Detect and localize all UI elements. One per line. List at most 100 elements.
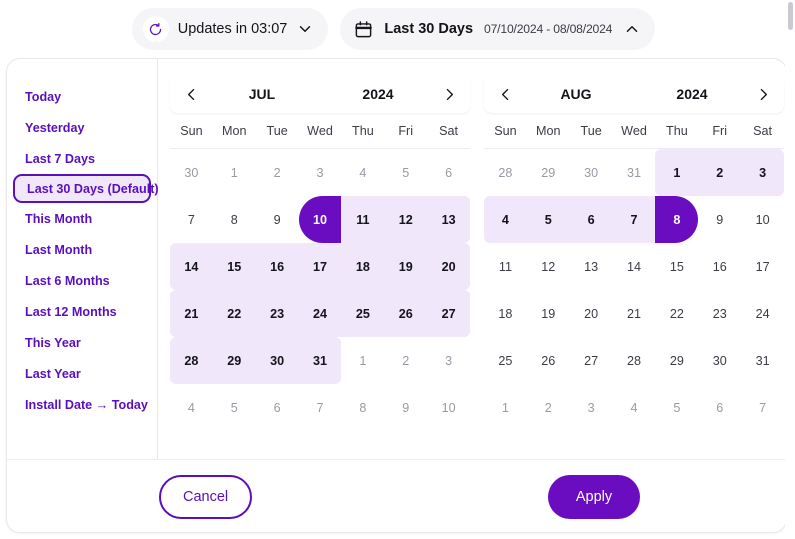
day-cell[interactable]: 21 — [170, 290, 213, 337]
day-cell[interactable]: 11 — [341, 196, 384, 243]
day-cell[interactable]: 10 — [299, 196, 342, 243]
day-cell[interactable]: 14 — [170, 243, 213, 290]
day-cell[interactable]: 21 — [613, 290, 656, 337]
day-cell[interactable]: 4 — [170, 384, 213, 431]
day-cell[interactable]: 3 — [741, 149, 784, 196]
apply-button[interactable]: Apply — [548, 475, 640, 519]
day-cell[interactable]: 6 — [570, 196, 613, 243]
page-scrollbar-thumb[interactable] — [788, 2, 793, 30]
day-cell[interactable]: 7 — [170, 196, 213, 243]
day-cell[interactable]: 9 — [256, 196, 299, 243]
day-cell[interactable]: 3 — [299, 149, 342, 196]
day-cell[interactable]: 2 — [698, 149, 741, 196]
day-cell[interactable]: 22 — [655, 290, 698, 337]
day-cell[interactable]: 18 — [341, 243, 384, 290]
day-cell[interactable]: 20 — [427, 243, 470, 290]
preset-item-last-30-days-default[interactable]: Last 30 Days (Default) — [13, 174, 151, 203]
day-cell[interactable]: 8 — [655, 196, 698, 243]
day-cell[interactable]: 4 — [613, 384, 656, 431]
day-cell[interactable]: 31 — [741, 337, 784, 384]
day-cell[interactable]: 1 — [655, 149, 698, 196]
day-cell[interactable]: 1 — [341, 337, 384, 384]
day-cell[interactable]: 18 — [484, 290, 527, 337]
preset-item-this-month[interactable]: This Month — [7, 203, 157, 234]
day-cell[interactable]: 12 — [384, 196, 427, 243]
day-cell[interactable]: 6 — [427, 149, 470, 196]
day-cell[interactable]: 17 — [299, 243, 342, 290]
day-cell[interactable]: 2 — [527, 384, 570, 431]
day-cell[interactable]: 29 — [527, 149, 570, 196]
day-cell[interactable]: 28 — [170, 337, 213, 384]
day-cell[interactable]: 2 — [256, 149, 299, 196]
day-cell[interactable]: 28 — [613, 337, 656, 384]
calendar-year-label[interactable]: 2024 — [320, 86, 436, 102]
day-cell[interactable]: 19 — [384, 243, 427, 290]
day-cell[interactable]: 31 — [299, 337, 342, 384]
day-cell[interactable]: 10 — [427, 384, 470, 431]
day-cell[interactable]: 29 — [213, 337, 256, 384]
day-cell[interactable]: 3 — [570, 384, 613, 431]
day-cell[interactable]: 25 — [341, 290, 384, 337]
day-cell[interactable]: 23 — [256, 290, 299, 337]
chevron-left-icon[interactable] — [492, 81, 518, 107]
day-cell[interactable]: 11 — [484, 243, 527, 290]
chevron-up-icon[interactable] — [623, 20, 641, 38]
date-range-pill[interactable]: Last 30 Days 07/10/2024 - 08/08/2024 — [340, 8, 655, 50]
day-cell[interactable]: 30 — [256, 337, 299, 384]
chevron-down-icon[interactable] — [296, 20, 314, 38]
day-cell[interactable]: 15 — [213, 243, 256, 290]
calendar-month-label[interactable]: AUG — [518, 86, 634, 102]
preset-item-last-month[interactable]: Last Month — [7, 234, 157, 265]
day-cell[interactable]: 7 — [299, 384, 342, 431]
day-cell[interactable]: 1 — [484, 384, 527, 431]
day-cell[interactable]: 15 — [655, 243, 698, 290]
day-cell[interactable]: 12 — [527, 243, 570, 290]
day-cell[interactable]: 1 — [213, 149, 256, 196]
day-cell[interactable]: 6 — [698, 384, 741, 431]
day-cell[interactable]: 16 — [698, 243, 741, 290]
day-cell[interactable]: 13 — [427, 196, 470, 243]
day-cell[interactable]: 20 — [570, 290, 613, 337]
day-cell[interactable]: 5 — [384, 149, 427, 196]
chevron-left-icon[interactable] — [178, 81, 204, 107]
day-cell[interactable]: 6 — [256, 384, 299, 431]
day-cell[interactable]: 10 — [741, 196, 784, 243]
day-cell[interactable]: 2 — [384, 337, 427, 384]
day-cell[interactable]: 28 — [484, 149, 527, 196]
day-cell[interactable]: 22 — [213, 290, 256, 337]
day-cell[interactable]: 4 — [341, 149, 384, 196]
page-scrollbar[interactable] — [785, 0, 795, 539]
preset-item-this-year[interactable]: This Year — [7, 327, 157, 358]
day-cell[interactable]: 26 — [384, 290, 427, 337]
day-cell[interactable]: 25 — [484, 337, 527, 384]
day-cell[interactable]: 30 — [170, 149, 213, 196]
day-cell[interactable]: 24 — [299, 290, 342, 337]
day-cell[interactable]: 8 — [213, 196, 256, 243]
updates-pill[interactable]: Updates in 03:07 — [132, 8, 329, 50]
day-cell[interactable]: 5 — [655, 384, 698, 431]
day-cell[interactable]: 7 — [613, 196, 656, 243]
day-cell[interactable]: 9 — [698, 196, 741, 243]
day-cell[interactable]: 4 — [484, 196, 527, 243]
day-cell[interactable]: 8 — [341, 384, 384, 431]
chevron-right-icon[interactable] — [750, 81, 776, 107]
calendar-month-label[interactable]: JUL — [204, 86, 320, 102]
day-cell[interactable]: 5 — [213, 384, 256, 431]
preset-item-yesterday[interactable]: Yesterday — [7, 112, 157, 143]
preset-item-last-year[interactable]: Last Year — [7, 358, 157, 389]
day-cell[interactable]: 13 — [570, 243, 613, 290]
day-cell[interactable]: 24 — [741, 290, 784, 337]
preset-item-today[interactable]: Today — [7, 81, 157, 112]
day-cell[interactable]: 14 — [613, 243, 656, 290]
day-cell[interactable]: 27 — [570, 337, 613, 384]
day-cell[interactable]: 19 — [527, 290, 570, 337]
day-cell[interactable]: 5 — [527, 196, 570, 243]
day-cell[interactable]: 26 — [527, 337, 570, 384]
day-cell[interactable]: 23 — [698, 290, 741, 337]
day-cell[interactable]: 30 — [570, 149, 613, 196]
day-cell[interactable]: 3 — [427, 337, 470, 384]
day-cell[interactable]: 17 — [741, 243, 784, 290]
calendar-year-label[interactable]: 2024 — [634, 86, 750, 102]
day-cell[interactable]: 9 — [384, 384, 427, 431]
refresh-icon[interactable] — [143, 16, 169, 42]
